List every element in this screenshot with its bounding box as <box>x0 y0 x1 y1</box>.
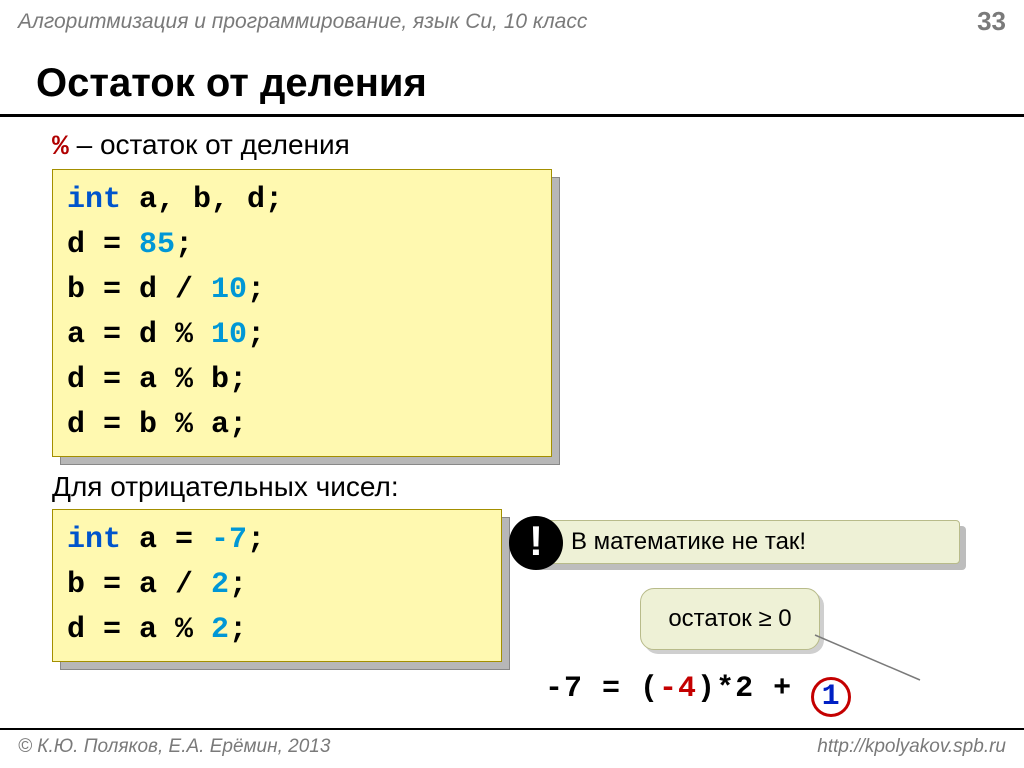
banner-text: В математике не так! <box>571 528 806 556</box>
negative-subheading: Для отрицательных чисел: <box>52 471 984 503</box>
course-name: Алгоритмизация и программирование, язык … <box>18 10 587 34</box>
code-block-2: int a = -7; b = a / 2; d = a % 2; <box>52 509 502 662</box>
slide-title: Остаток от деления <box>0 43 1024 112</box>
title-underline <box>0 114 1024 117</box>
codebox-panel: int a, b, d; d = 85; b = d / 10; a = d %… <box>52 169 552 457</box>
operator-definition: % – остаток от деления <box>52 129 984 163</box>
warning-banner: ! В математике не так! <box>530 520 980 564</box>
circled-one: 1 <box>811 677 851 717</box>
codebox-panel: int a = -7; b = a / 2; d = a % 2; <box>52 509 502 662</box>
definition-text: – остаток от деления <box>69 129 350 160</box>
footer-url: http://kpolyakov.spb.ru <box>817 736 1006 758</box>
percent-symbol: % <box>52 132 69 163</box>
banner-body: ! В математике не так! <box>530 520 960 564</box>
kw-int: int <box>67 523 121 557</box>
code-block-1: int a, b, d; d = 85; b = d / 10; a = d %… <box>52 169 552 457</box>
slide: { "header": { "course": "Алгоритмизация … <box>0 0 1024 768</box>
slide-content: % – остаток от деления int a, b, d; d = … <box>0 129 1024 662</box>
slide-footer: © К.Ю. Поляков, Е.А. Ерёмин, 2013 http:/… <box>0 728 1024 768</box>
remainder-badge: остаток ≥ 0 <box>640 588 820 650</box>
copyright: © К.Ю. Поляков, Е.А. Ерёмин, 2013 <box>18 736 330 758</box>
kw-int: int <box>67 183 121 217</box>
badge-body: остаток ≥ 0 <box>640 588 820 650</box>
exclamation-icon: ! <box>509 516 563 570</box>
math-equation: -7 = (-4)*2 + 1 <box>545 672 851 717</box>
page-number: 33 <box>977 6 1006 37</box>
slide-header: Алгоритмизация и программирование, язык … <box>0 0 1024 43</box>
